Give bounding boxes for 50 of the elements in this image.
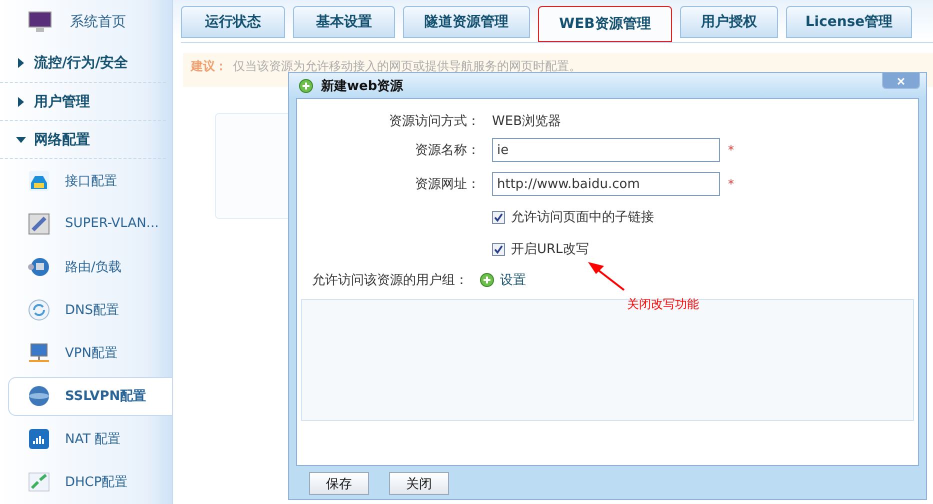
field-label: 资源名称：	[414, 142, 481, 159]
checkbox-label: 开启URL改写	[511, 241, 589, 258]
network-port-icon	[27, 168, 51, 193]
sidebar-item[interactable]: 路由/负载	[8, 247, 172, 286]
signal-icon	[27, 427, 51, 452]
settings-link[interactable]: 设置	[500, 271, 526, 289]
checkbox[interactable]	[492, 242, 505, 256]
tab[interactable]: License管理	[786, 6, 912, 38]
notice-label: 建议：	[191, 58, 227, 75]
arrow-annotation	[588, 262, 626, 292]
field-label: 资源网址：	[414, 176, 481, 193]
input-field[interactable]: ie	[492, 138, 720, 162]
sidebar-item[interactable]: 系统首页	[70, 13, 126, 32]
checkbox-label: 允许访问页面中的子链接	[511, 209, 654, 226]
required-mark: *	[728, 177, 734, 191]
cable-icon	[27, 212, 51, 236]
dialog-button[interactable]: 关闭	[389, 472, 449, 495]
sidebar-item[interactable]: VPN配置	[8, 334, 172, 373]
monitor-icon	[28, 11, 52, 34]
sidebar-section[interactable]: 用户管理	[34, 92, 90, 111]
refresh-icon	[27, 298, 51, 322]
dialog-title: 新建web资源	[321, 78, 404, 94]
sidebar-item[interactable]: SSLVPN配置	[8, 376, 172, 416]
input-field[interactable]: http://www.baidu.com	[492, 172, 720, 196]
tab[interactable]: 用户授权	[680, 6, 778, 38]
field-label: 资源访问方式：	[388, 113, 481, 130]
field-value: WEB浏览器	[492, 113, 561, 130]
tab[interactable]: 运行状态	[181, 6, 285, 38]
sidebar-item[interactable]: DHCP配置	[8, 462, 172, 502]
sidebar-section[interactable]: 网络配置	[34, 130, 90, 149]
annotation-text: 关闭改写功能	[627, 296, 699, 313]
tab[interactable]: 隧道资源管理	[403, 6, 530, 38]
sidebar-item[interactable]: NAT 配置	[8, 420, 172, 459]
checkbox[interactable]	[492, 210, 505, 224]
caret-right-icon[interactable]	[16, 58, 26, 68]
dialog-button[interactable]: 保存	[309, 472, 369, 495]
sidebar-item[interactable]: 接口配置	[8, 161, 172, 200]
arrows-icon	[27, 470, 51, 494]
caret-right-icon[interactable]	[16, 96, 26, 107]
sidebar-item[interactable]: DNS配置	[8, 290, 172, 330]
sidebar-item[interactable]: SUPER-VLAN...	[8, 204, 172, 244]
sidebar-section[interactable]: 流控/行为/安全	[34, 54, 128, 72]
tab[interactable]: WEB资源管理	[538, 6, 672, 42]
add-icon	[480, 273, 494, 287]
tab[interactable]: 基本设置	[293, 6, 395, 38]
notice-text: 仅当该资源为允许移动接入的网页或提供导航服务的网页时配置。	[233, 58, 581, 75]
caret-down-icon[interactable]	[16, 134, 26, 145]
field-label: 允许访问该资源的用户组：	[312, 272, 468, 289]
required-mark: *	[728, 143, 734, 157]
add-icon	[299, 78, 313, 92]
